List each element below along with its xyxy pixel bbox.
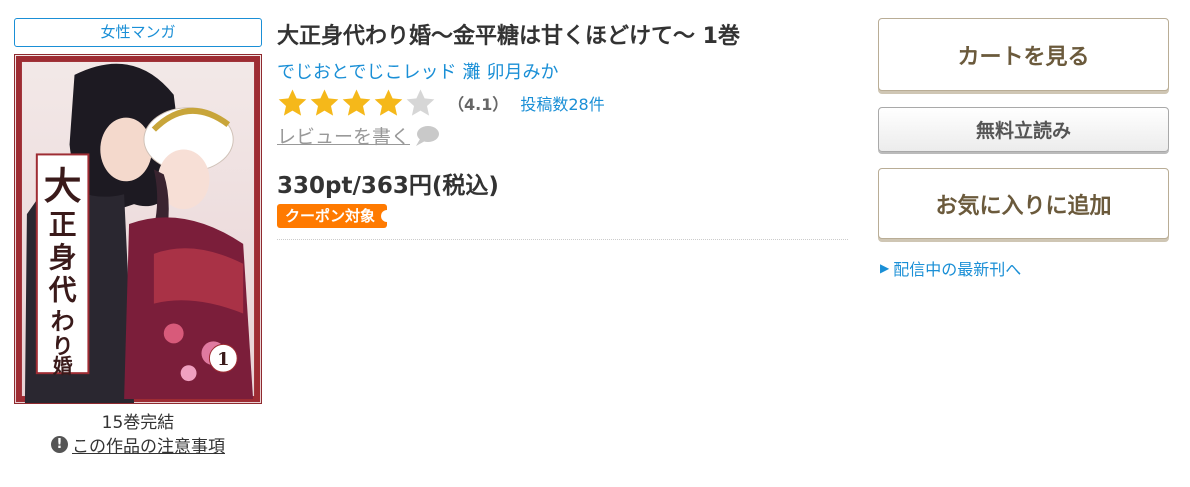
star-filled-icon (374, 89, 403, 116)
genre-badge[interactable]: 女性マンガ (14, 18, 262, 47)
free-sample-button[interactable]: 無料立読み (878, 107, 1169, 152)
svg-text:わ: わ (51, 307, 75, 335)
write-review-link[interactable]: レビューを書く (277, 122, 410, 149)
star-empty-icon (406, 89, 435, 116)
svg-text:代: 代 (48, 274, 77, 307)
review-count-link[interactable]: 投稿数28件 (520, 91, 604, 115)
author-link[interactable]: 卯月みか (486, 62, 558, 83)
svg-text:大: 大 (44, 164, 82, 208)
divider (277, 239, 848, 240)
add-favorite-button[interactable]: お気に入りに追加 (878, 168, 1169, 239)
view-cart-button[interactable]: カートを見る (878, 18, 1169, 91)
price: 330pt/363円(税込) (277, 173, 499, 199)
write-review[interactable]: レビューを書く (277, 122, 440, 149)
speech-bubble-icon (416, 125, 440, 146)
triangle-right-icon: ▶ (880, 261, 890, 275)
cover-volume-number: 1 (217, 349, 229, 370)
svg-text:婚: 婚 (53, 354, 73, 378)
notice-link[interactable]: この作品の注意事項 (72, 432, 225, 457)
rating-value: （4.1） (448, 95, 509, 114)
svg-text:正: 正 (49, 208, 77, 241)
author-link[interactable]: でじおとでじこレッド (277, 62, 456, 83)
author-link[interactable]: 灘 (462, 62, 480, 83)
svg-text:身: 身 (49, 241, 77, 274)
latest-volume-link[interactable]: ▶ 配信中の最新刊へ (880, 256, 1021, 280)
book-cover-image[interactable]: 大 正 身 代 わ り 婚 1 (14, 54, 262, 404)
author-list: でじおとでじこレッド灘卯月みか (277, 58, 564, 84)
star-filled-icon (342, 89, 371, 116)
series-status: 15巻完結 (101, 413, 175, 433)
notice-row[interactable]: ! この作品の注意事項 (14, 432, 262, 457)
exclamation-icon: ! (51, 436, 68, 453)
coupon-badge: クーポン対象 (277, 204, 394, 228)
star-filled-icon (278, 89, 307, 116)
rating-row: （4.1） 投稿数28件 (277, 88, 605, 118)
star-rating (277, 88, 436, 118)
latest-volume-label[interactable]: 配信中の最新刊へ (893, 256, 1021, 280)
book-title: 大正身代わり婚～金平糖は甘くほどけて～ 1巻 (277, 24, 740, 49)
star-filled-icon (310, 89, 339, 116)
